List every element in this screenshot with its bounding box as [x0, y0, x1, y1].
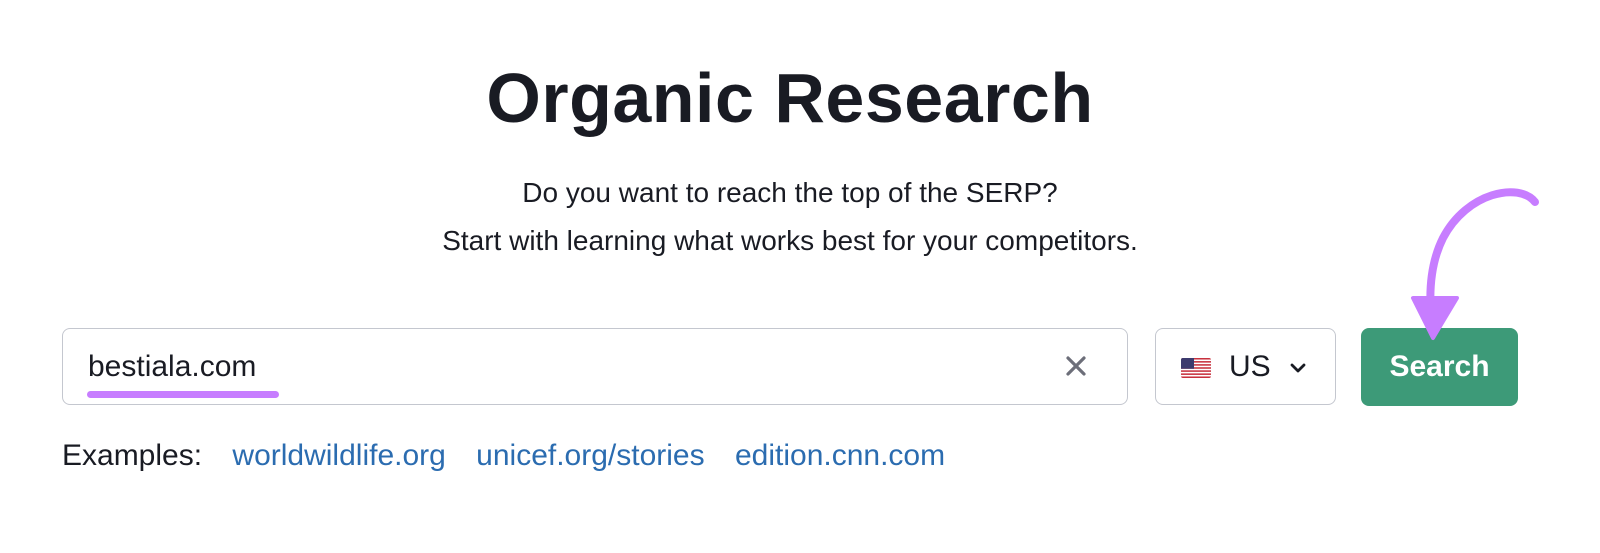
- examples-label: Examples:: [62, 439, 203, 472]
- country-select[interactable]: US: [1155, 328, 1336, 405]
- domain-search-input[interactable]: bestiala.com: [62, 328, 1128, 405]
- page-subtitle-line2: Start with learning what works best for …: [442, 225, 1138, 256]
- page-subtitle-line1: Do you want to reach the top of the SERP…: [522, 177, 1058, 208]
- page-title: Organic Research: [486, 59, 1094, 137]
- annotation-arrow-icon: [1411, 188, 1539, 340]
- examples-row: Examples: worldwildlife.org unicef.org/s…: [62, 436, 967, 476]
- example-link-unicef[interactable]: unicef.org/stories: [476, 439, 704, 472]
- close-icon: [1066, 356, 1086, 376]
- example-link-cnn[interactable]: edition.cnn.com: [735, 439, 945, 472]
- highlight-underline: [87, 391, 279, 398]
- us-flag-icon: [1181, 358, 1211, 378]
- chevron-down-icon: [1290, 363, 1306, 373]
- country-label: US: [1229, 350, 1271, 383]
- example-link-worldwildlife[interactable]: worldwildlife.org: [232, 439, 445, 472]
- domain-search-value[interactable]: bestiala.com: [88, 349, 256, 385]
- clear-input-button[interactable]: [1061, 351, 1091, 381]
